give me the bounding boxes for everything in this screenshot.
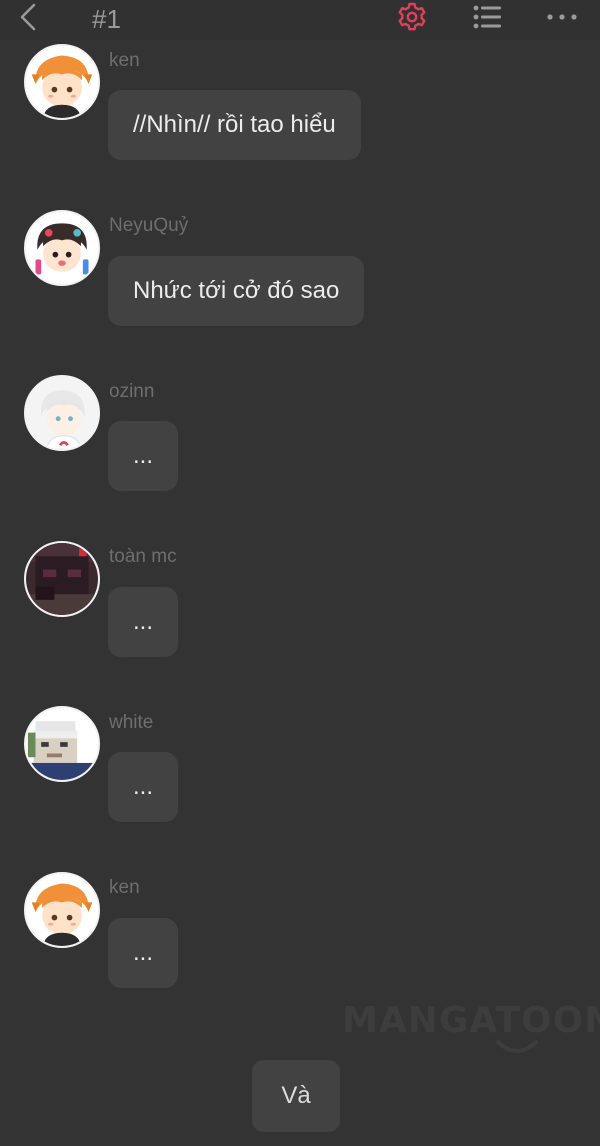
settings-button[interactable]: [394, 0, 430, 34]
watermark-logo: MANGATOON: [342, 1000, 600, 1060]
ken-avatar[interactable]: [24, 44, 100, 120]
gear-icon: [398, 2, 426, 31]
watermark-smile-icon: [496, 1040, 538, 1053]
ozinn-avatar-image: [26, 377, 98, 449]
ozinn-avatar[interactable]: [24, 375, 100, 451]
continue-button[interactable]: Và: [252, 1060, 340, 1132]
username: toàn mc: [109, 546, 177, 567]
username: white: [109, 712, 154, 733]
message-bubble: ...: [108, 587, 179, 657]
more-dots-icon: [547, 14, 577, 20]
toan-mc-avatar-image: [26, 543, 98, 615]
username: NeyuQuỷ: [109, 215, 189, 236]
neyuquy-avatar[interactable]: [24, 210, 100, 286]
username: ken: [109, 877, 140, 898]
message-bubble: Nhức tới cở đó sao: [108, 256, 365, 326]
message-bubble: ...: [108, 752, 179, 822]
username: ozinn: [109, 381, 155, 402]
message-bubble: ...: [108, 918, 179, 988]
neyuquy-avatar-image: [26, 212, 98, 284]
list-icon: [473, 5, 501, 29]
page-title: #1: [92, 4, 121, 34]
white-avatar-image: [26, 708, 98, 780]
ken-avatar-image: [26, 874, 98, 946]
ken-avatar[interactable]: [24, 872, 100, 948]
watermark-text: MANGATOON: [342, 1000, 600, 1041]
more-options-button[interactable]: [544, 0, 580, 34]
ken-avatar-image: [26, 46, 98, 118]
chevron-left-icon: [20, 3, 36, 31]
message-bubble: ...: [108, 421, 179, 491]
back-button[interactable]: [10, 0, 46, 34]
message-bubble: //Nhìn// rồi tao hiểu: [108, 90, 361, 160]
username: ken: [109, 50, 140, 71]
white-avatar[interactable]: [24, 706, 100, 782]
top-bar: #1: [0, 0, 600, 40]
toan-mc-avatar[interactable]: [24, 541, 100, 617]
chapter-list-button[interactable]: [470, 0, 506, 34]
